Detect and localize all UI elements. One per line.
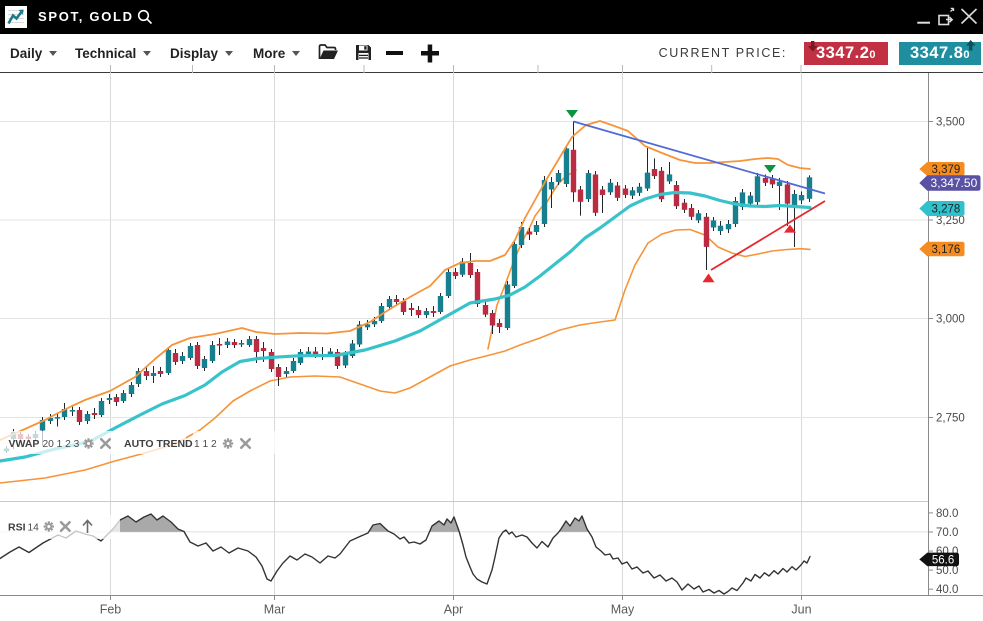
svg-text:80.0: 80.0 (936, 508, 958, 520)
svg-text:Mar: Mar (264, 603, 286, 617)
svg-text:Jun: Jun (791, 603, 811, 617)
svg-text:3,000: 3,000 (936, 314, 965, 326)
svg-text:70.0: 70.0 (936, 527, 958, 539)
svg-text:3,347.50: 3,347.50 (931, 176, 978, 190)
svg-text:VWAP: VWAP (9, 438, 40, 450)
svg-text:3,278: 3,278 (932, 204, 961, 216)
svg-text:56.6: 56.6 (932, 554, 954, 566)
svg-text:14: 14 (28, 523, 40, 534)
svg-text:AUTO TREND: AUTO TREND (124, 438, 193, 450)
svg-text:20 1 2 3: 20 1 2 3 (43, 439, 80, 450)
svg-text:50.0: 50.0 (936, 565, 958, 577)
svg-text:3,379: 3,379 (932, 164, 961, 176)
svg-text:May: May (611, 603, 635, 617)
svg-text:3,500: 3,500 (936, 117, 965, 129)
svg-text:2,750: 2,750 (936, 413, 965, 425)
svg-text:1 1 2: 1 1 2 (194, 439, 217, 450)
svg-text:RSI: RSI (8, 522, 26, 534)
svg-text:3,250: 3,250 (936, 215, 965, 227)
svg-text:Apr: Apr (444, 603, 463, 617)
svg-text:40.0: 40.0 (936, 584, 958, 596)
svg-text:Feb: Feb (100, 603, 122, 617)
svg-text:3,176: 3,176 (932, 244, 961, 256)
